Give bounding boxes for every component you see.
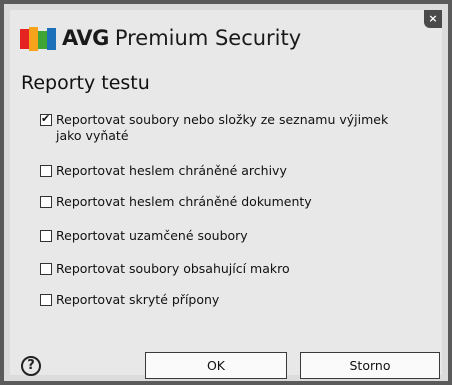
- option-label: Reportovat soubory nebo složky ze seznam…: [56, 112, 389, 143]
- option-password-documents[interactable]: Reportovat heslem chráněné dokumenty: [40, 194, 416, 210]
- option-macro-files[interactable]: Reportovat soubory obsahující makro: [40, 261, 416, 277]
- checkbox[interactable]: [40, 263, 52, 275]
- checkbox[interactable]: [40, 112, 52, 126]
- checkbox[interactable]: [40, 230, 52, 242]
- option-label: Reportovat skryté přípony: [56, 292, 220, 307]
- option-label: Reportovat soubory obsahující makro: [56, 261, 290, 276]
- option-hidden-extensions[interactable]: Reportovat skryté přípony: [40, 292, 416, 308]
- option-report-excluded[interactable]: Reportovat soubory nebo složky ze seznam…: [40, 112, 416, 144]
- checkbox[interactable]: [40, 165, 52, 177]
- option-label: Reportovat uzamčené soubory: [56, 228, 248, 243]
- checkbox[interactable]: [40, 196, 52, 208]
- option-label: Reportovat heslem chráněné dokumenty: [56, 194, 312, 209]
- brand-name: AVG: [62, 26, 109, 50]
- option-label: Reportovat heslem chráněné archivy: [56, 163, 287, 178]
- option-password-archives[interactable]: Reportovat heslem chráněné archivy: [40, 163, 416, 179]
- avg-logo-icon: [20, 27, 56, 51]
- cancel-button[interactable]: Storno: [300, 352, 440, 379]
- checkbox[interactable]: [40, 294, 52, 306]
- title-bar: AVG Premium Security ×: [10, 10, 442, 60]
- help-icon[interactable]: ?: [21, 356, 41, 376]
- ok-button[interactable]: OK: [145, 352, 287, 379]
- product-name: Premium Security: [114, 26, 302, 50]
- app-title: AVG Premium Security: [62, 26, 301, 50]
- page-title: Reporty testu: [21, 72, 150, 94]
- close-button[interactable]: ×: [424, 10, 442, 28]
- dialog-window: AVGPremium Security × Reporty testu Repo…: [0, 0, 452, 385]
- dialog-body: [10, 10, 442, 375]
- option-locked-files[interactable]: Reportovat uzamčené soubory: [40, 228, 416, 244]
